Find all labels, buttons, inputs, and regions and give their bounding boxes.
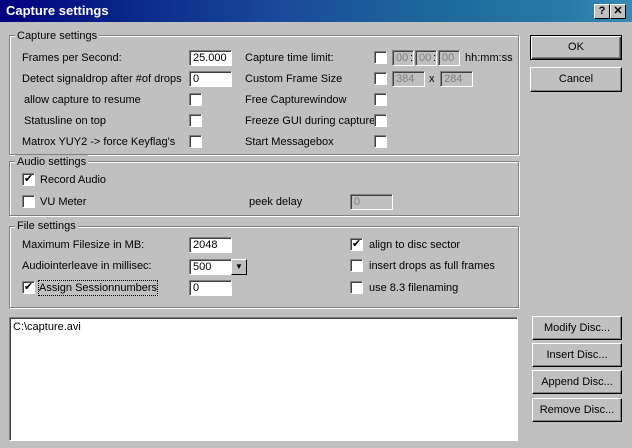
window-title: Capture settings bbox=[6, 3, 109, 18]
capture-settings-label: Capture settings bbox=[15, 29, 100, 43]
modify-disc-button[interactable]: Modify Disc... bbox=[532, 316, 622, 340]
session-input[interactable]: 0 bbox=[189, 280, 232, 296]
remove-disc-button[interactable]: Remove Disc... bbox=[532, 398, 622, 422]
vu-meter-label: VU Meter bbox=[40, 196, 87, 208]
signaldrop-label: Detect signaldrop after #of drops bbox=[22, 73, 182, 85]
session-label: Assign Sessionnumbers bbox=[37, 280, 159, 296]
align-checkbox[interactable]: ✔ bbox=[350, 238, 363, 251]
chevron-down-icon[interactable]: ▼ bbox=[231, 259, 247, 275]
time-separator: : bbox=[410, 52, 414, 64]
peek-delay-input[interactable]: 0 bbox=[350, 194, 393, 210]
time-separator: : bbox=[433, 52, 437, 64]
freeze-checkbox[interactable] bbox=[374, 114, 387, 127]
framesize-label: Custom Frame Size bbox=[245, 73, 343, 85]
help-button[interactable]: ? bbox=[594, 4, 610, 19]
peek-delay-label: peek delay bbox=[249, 196, 303, 208]
resume-label: allow capture to resume bbox=[24, 94, 141, 106]
align-label: align to disc sector bbox=[369, 239, 461, 251]
interleave-select[interactable]: 500 bbox=[189, 259, 235, 275]
maxsize-label: Maximum Filesize in MB: bbox=[22, 239, 145, 251]
file-settings-label: File settings bbox=[15, 219, 78, 233]
matrox-checkbox[interactable] bbox=[189, 135, 202, 148]
frame-height-input[interactable]: 284 bbox=[440, 71, 473, 87]
session-checkbox[interactable]: ✔ bbox=[22, 281, 35, 294]
maxsize-input[interactable]: 2048 bbox=[189, 237, 232, 253]
statusline-checkbox[interactable] bbox=[189, 114, 202, 127]
freeze-label: Freeze GUI during capture bbox=[245, 115, 376, 127]
freewin-label: Free Capturewindow bbox=[245, 94, 347, 106]
name83-label: use 8.3 filenaming bbox=[369, 282, 459, 294]
msgbox-checkbox[interactable] bbox=[374, 135, 387, 148]
audio-settings-label: Audio settings bbox=[15, 155, 89, 169]
framesize-checkbox[interactable] bbox=[374, 72, 387, 85]
statusline-label: Statusline on top bbox=[24, 115, 106, 127]
fps-label: Frames per Second: bbox=[22, 52, 122, 64]
append-disc-button[interactable]: Append Disc... bbox=[532, 370, 622, 394]
close-button[interactable]: ✕ bbox=[610, 4, 626, 19]
msgbox-label: Start Messagebox bbox=[245, 136, 334, 148]
name83-checkbox[interactable] bbox=[350, 281, 363, 294]
title-bar[interactable]: Capture settings ? ✕ bbox=[0, 0, 632, 22]
resume-checkbox[interactable] bbox=[189, 93, 202, 106]
vu-meter-checkbox[interactable] bbox=[22, 195, 35, 208]
drops-label: insert drops as full frames bbox=[369, 260, 495, 272]
time-seconds-input[interactable]: 00 bbox=[438, 50, 460, 66]
time-format-label: hh:mm:ss bbox=[465, 52, 513, 64]
cancel-button[interactable]: Cancel bbox=[530, 67, 622, 92]
interleave-label: Audiointerleave in millisec: bbox=[22, 260, 152, 272]
record-audio-checkbox[interactable]: ✔ bbox=[22, 173, 35, 186]
freewin-checkbox[interactable] bbox=[374, 93, 387, 106]
drops-checkbox[interactable] bbox=[350, 259, 363, 272]
file-listbox[interactable]: C:\capture.avi bbox=[9, 317, 518, 441]
frame-x-label: x bbox=[429, 73, 435, 85]
timelimit-label: Capture time limit: bbox=[245, 52, 334, 64]
frame-width-input[interactable]: 384 bbox=[392, 71, 425, 87]
fps-input[interactable]: 25.000 bbox=[189, 50, 232, 66]
record-audio-label: Record Audio bbox=[40, 174, 107, 186]
timelimit-checkbox[interactable] bbox=[374, 51, 387, 64]
list-item[interactable]: C:\capture.avi bbox=[13, 320, 81, 334]
signaldrop-input[interactable]: 0 bbox=[189, 71, 232, 87]
matrox-label: Matrox YUY2 -> force Keyflag's bbox=[22, 136, 176, 148]
ok-button[interactable]: OK bbox=[530, 35, 622, 60]
insert-disc-button[interactable]: Insert Disc... bbox=[532, 343, 622, 367]
